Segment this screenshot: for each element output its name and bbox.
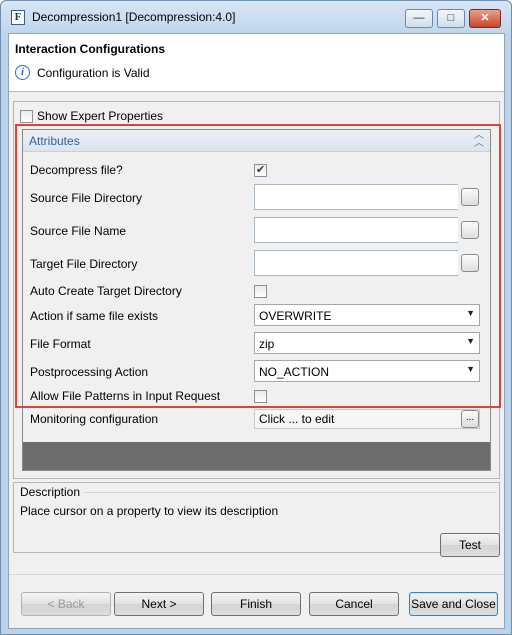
finish-button[interactable]: Finish (211, 592, 301, 616)
decompress-label: Decompress file? (30, 163, 123, 177)
target-directory-field[interactable] (254, 250, 458, 276)
attributes-section: Attributes ︿︿ Decompress file? Source Fi… (22, 129, 491, 471)
save-and-close-button[interactable]: Save and Close (409, 592, 498, 616)
action-exists-value: OVERWRITE (259, 309, 332, 323)
target-directory-label: Target File Directory (30, 257, 138, 271)
attributes-body: Attributes ︿︿ Decompress file? Source Fi… (23, 130, 490, 442)
description-title: Description (20, 485, 81, 499)
source-name-label: Source File Name (30, 224, 127, 238)
allow-patterns-label: Allow File Patterns in Input Request (30, 389, 221, 403)
maximize-button[interactable]: □ (437, 9, 465, 28)
postprocessing-select[interactable]: NO_ACTION ▼ (254, 360, 480, 382)
dialog-content: Interaction Configurations i Configurati… (8, 33, 505, 629)
decompress-checkbox[interactable] (254, 163, 267, 177)
file-format-value: zip (259, 337, 275, 351)
target-directory-browse-button[interactable] (461, 254, 479, 272)
minimize-button[interactable]: — (405, 9, 433, 28)
next-button[interactable]: Next > (114, 592, 204, 616)
source-directory-browse-button[interactable] (461, 188, 479, 206)
header-area: Interaction Configurations i Configurati… (9, 34, 504, 92)
monitoring-edit-button[interactable]: ... (461, 410, 479, 428)
window-title: Decompression1 [Decompression:4.0] (32, 10, 236, 24)
source-directory-label: Source File Directory (30, 191, 143, 205)
info-icon: i (15, 65, 30, 80)
monitoring-field[interactable]: Click ... to edit (254, 409, 480, 429)
collapse-icon[interactable]: ︿ ︿ (474, 131, 484, 149)
monitoring-value: Click ... to edit (259, 412, 335, 426)
dialog-window: F Decompression1 [Decompression:4.0] — □… (0, 0, 512, 635)
source-directory-field[interactable] (254, 184, 458, 210)
auto-create-label: Auto Create Target Directory (30, 284, 182, 298)
action-exists-select[interactable]: OVERWRITE ▼ (254, 304, 480, 326)
file-format-select[interactable]: zip ▼ (254, 332, 480, 354)
source-name-field[interactable] (254, 217, 458, 243)
postprocessing-label: Postprocessing Action (30, 365, 149, 379)
description-divider (84, 492, 496, 493)
test-button[interactable]: Test (440, 533, 500, 557)
footer-divider (9, 574, 504, 575)
auto-create-checkbox[interactable] (254, 285, 267, 298)
status-message: Configuration is Valid (37, 66, 150, 80)
chevron-down-icon: ▼ (466, 308, 475, 318)
postprocessing-value: NO_ACTION (259, 365, 330, 379)
back-button[interactable]: < Back (21, 592, 111, 616)
chevron-down-icon: ▼ (466, 364, 475, 374)
page-title: Interaction Configurations (15, 42, 165, 56)
app-icon: F (11, 10, 25, 25)
show-expert-checkbox[interactable] (20, 110, 33, 123)
description-text: Place cursor on a property to view its d… (20, 504, 279, 518)
cancel-button[interactable]: Cancel (309, 592, 399, 616)
source-name-browse-button[interactable] (461, 221, 479, 239)
chevron-down-icon: ▼ (466, 336, 475, 346)
description-panel: Description Place cursor on a property t… (13, 482, 500, 553)
action-exists-label: Action if same file exists (30, 309, 159, 323)
close-button[interactable]: ✕ (469, 9, 501, 28)
allow-patterns-checkbox[interactable] (254, 390, 267, 403)
attributes-header[interactable]: Attributes ︿ ︿ (23, 130, 490, 152)
monitoring-label: Monitoring configuration (30, 412, 159, 426)
file-format-label: File Format (30, 337, 91, 351)
title-bar[interactable]: F Decompression1 [Decompression:4.0] — □… (1, 1, 511, 33)
show-expert-label[interactable]: Show Expert Properties (37, 109, 163, 123)
attributes-title: Attributes (29, 134, 80, 148)
properties-panel: Show Expert Properties Attributes ︿ ︿ Dec… (13, 101, 500, 479)
